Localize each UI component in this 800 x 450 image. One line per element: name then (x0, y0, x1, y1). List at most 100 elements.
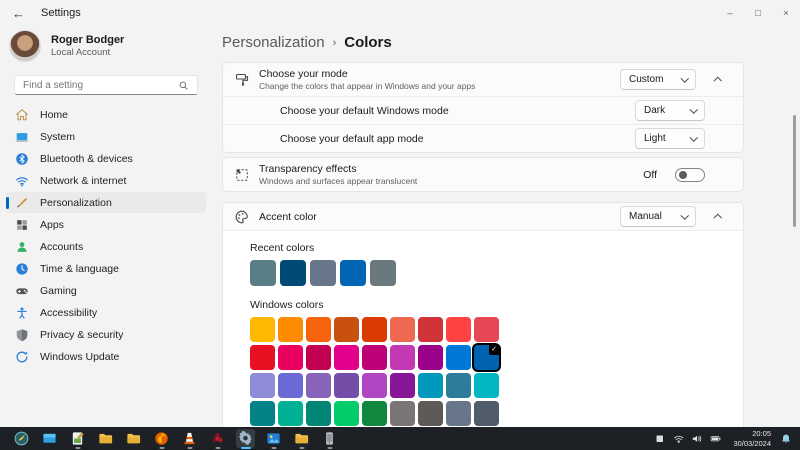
app-mode-dropdown[interactable]: Light (635, 128, 705, 149)
windows-color-swatch-4[interactable] (334, 317, 359, 342)
sidebar-item-home[interactable]: Home (6, 104, 206, 125)
notification-bell-icon[interactable] (780, 433, 792, 445)
selected-check-icon: ✓ (489, 345, 499, 355)
display-app[interactable] (40, 429, 59, 448)
chevron-down-icon (680, 74, 689, 82)
user-name: Roger Bodger (51, 34, 125, 46)
windows-color-swatch-16[interactable] (418, 345, 443, 370)
windows-color-swatch-35[interactable] (446, 401, 471, 426)
sidebar-item-windows-update[interactable]: Windows Update (6, 346, 206, 367)
windows-mode-dropdown[interactable]: Dark (635, 100, 705, 121)
windows-color-swatch-24[interactable] (390, 373, 415, 398)
windows-color-swatch-2[interactable] (278, 317, 303, 342)
windows-color-swatch-14[interactable] (362, 345, 387, 370)
sidebar-item-bluetooth-devices[interactable]: Bluetooth & devices (6, 148, 206, 169)
folder-app-3[interactable] (292, 429, 311, 448)
accounts-icon (15, 240, 29, 254)
windows-color-swatch-21[interactable] (306, 373, 331, 398)
sidebar-item-label: Accounts (40, 240, 84, 253)
sidebar-item-network-internet[interactable]: Network & internet (6, 170, 206, 191)
battery-icon[interactable] (710, 433, 722, 445)
transparency-toggle[interactable] (675, 167, 705, 182)
sidebar-item-privacy-security[interactable]: Privacy & security (6, 324, 206, 345)
windows-color-swatch-25[interactable] (418, 373, 443, 398)
windows-color-swatch-26[interactable] (446, 373, 471, 398)
sidebar-item-gaming[interactable]: Gaming (6, 280, 206, 301)
recent-color-swatch-3[interactable] (310, 260, 336, 286)
sidebar-nav: Home System Bluetooth & devices Network & i… (0, 104, 212, 367)
recent-color-swatch-4[interactable] (340, 260, 366, 286)
accent-card-header[interactable]: Accent color Manual (223, 203, 743, 230)
editor-app[interactable] (68, 429, 87, 448)
windows-color-swatch-10[interactable] (250, 345, 275, 370)
tray-window-icon[interactable] (654, 433, 666, 445)
windows-color-swatch-27[interactable] (474, 373, 499, 398)
windows-color-swatch-11[interactable] (278, 345, 303, 370)
windows-color-swatch-29[interactable] (278, 401, 303, 426)
windows-color-swatch-19[interactable] (250, 373, 275, 398)
taskbar-clock[interactable]: 20:05 30/03/2024 (733, 429, 771, 449)
sidebar-item-personalization[interactable]: Personalization (6, 192, 206, 213)
recent-color-swatch-2[interactable] (280, 260, 306, 286)
phone-app[interactable] (320, 429, 339, 448)
privacy-icon (15, 328, 29, 342)
windows-color-swatch-28[interactable] (250, 401, 275, 426)
windows-color-swatch-6[interactable] (390, 317, 415, 342)
sidebar-item-apps[interactable]: Apps (6, 214, 206, 235)
windows-color-swatch-8[interactable] (446, 317, 471, 342)
windows-color-swatch-5[interactable] (362, 317, 387, 342)
windows-color-swatch-34[interactable] (418, 401, 443, 426)
sidebar-item-time-language[interactable]: Time & language (6, 258, 206, 279)
search-input[interactable]: Find a setting (14, 75, 198, 95)
transparency-title: Transparency effects (259, 162, 357, 175)
windows-color-swatch-36[interactable] (474, 401, 499, 426)
start-button[interactable] (12, 429, 31, 448)
maximize-button[interactable]: □ (744, 0, 772, 26)
personalization-icon (15, 196, 29, 210)
back-button[interactable]: ← (12, 6, 25, 21)
sidebar-item-label: Accessibility (40, 306, 98, 319)
photos-app[interactable] (264, 429, 283, 448)
chevron-down-icon (680, 211, 689, 219)
settings-app[interactable] (236, 429, 255, 448)
mode-expander[interactable] (705, 77, 731, 85)
accent-expander[interactable] (705, 214, 731, 222)
windows-color-swatch-31[interactable] (334, 401, 359, 426)
windows-color-swatch-33[interactable] (390, 401, 415, 426)
mode-dropdown[interactable]: Custom (620, 69, 696, 90)
firefox-app[interactable] (152, 429, 171, 448)
windows-color-swatch-9[interactable] (474, 317, 499, 342)
windows-color-swatch-23[interactable] (362, 373, 387, 398)
windows-color-swatch-18[interactable]: ✓ (474, 345, 499, 370)
windows-color-swatch-20[interactable] (278, 373, 303, 398)
mode-card-header[interactable]: Choose your mode Change the colors that … (223, 63, 743, 96)
accent-mode-dropdown[interactable]: Manual (620, 206, 696, 227)
windows-color-swatch-1[interactable] (250, 317, 275, 342)
close-button[interactable]: × (772, 0, 800, 26)
windows-color-swatch-12[interactable] (306, 345, 331, 370)
windows-color-swatch-30[interactable] (306, 401, 331, 426)
windows-color-swatch-13[interactable] (334, 345, 359, 370)
vlc-app[interactable] (180, 429, 199, 448)
volume-icon[interactable] (691, 433, 703, 445)
windows-color-swatch-32[interactable] (362, 401, 387, 426)
folder-app-1[interactable] (96, 429, 115, 448)
sidebar-item-accessibility[interactable]: Accessibility (6, 302, 206, 323)
windows-color-swatch-22[interactable] (334, 373, 359, 398)
windows-color-swatch-7[interactable] (418, 317, 443, 342)
wifi-icon[interactable] (673, 433, 685, 445)
media-app[interactable] (208, 429, 227, 448)
sidebar-item-accounts[interactable]: Accounts (6, 236, 206, 257)
windows-color-swatch-17[interactable] (446, 345, 471, 370)
recent-color-swatch-5[interactable] (370, 260, 396, 286)
scrollbar[interactable] (793, 115, 796, 227)
sidebar-item-system[interactable]: System (6, 126, 206, 147)
clock-time: 20:05 (752, 428, 771, 438)
user-profile[interactable]: Roger Bodger Local Account (0, 28, 212, 64)
folder-app-2[interactable] (124, 429, 143, 448)
windows-color-swatch-15[interactable] (390, 345, 415, 370)
recent-color-swatch-1[interactable] (250, 260, 276, 286)
breadcrumb-parent[interactable]: Personalization (222, 34, 325, 51)
minimize-button[interactable]: – (716, 0, 744, 26)
windows-color-swatch-3[interactable] (306, 317, 331, 342)
